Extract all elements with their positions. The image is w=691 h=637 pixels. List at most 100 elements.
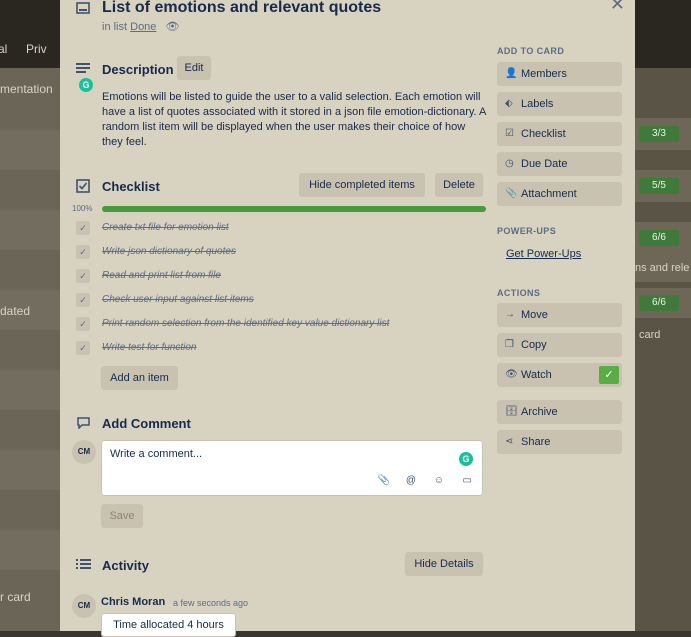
button-label: Archive	[521, 406, 558, 418]
watch-button[interactable]: 👁 Watch ✓	[497, 363, 622, 387]
comment-icon	[77, 417, 90, 429]
list-link[interactable]: Done	[130, 21, 156, 33]
description-icon	[76, 63, 90, 73]
grammarly-icon[interactable]: G	[79, 78, 93, 92]
button-label: Watch	[521, 369, 552, 381]
attachment-icon[interactable]: 📎	[378, 475, 390, 486]
edit-description-button[interactable]: Edit	[177, 56, 211, 80]
board-text-fragment: Priv	[26, 42, 47, 56]
comment-input[interactable]: Write a comment... G 📎 @ ☺ ▭	[101, 440, 483, 496]
clock-icon: ◷	[505, 158, 514, 169]
share-button[interactable]: ⋖ Share	[497, 430, 622, 454]
description-heading: Description	[102, 62, 174, 77]
get-power-ups-link[interactable]: Get Power-Ups	[506, 248, 581, 260]
card-title[interactable]: List of emotions and relevant quotes	[102, 0, 381, 17]
copy-button[interactable]: ❐ Copy	[497, 333, 622, 357]
checklist-checkbox[interactable]: ✓	[76, 293, 90, 307]
card-detail-modal: ✕ List of emotions and relevant quotes i…	[60, 0, 635, 637]
checklist-checkbox[interactable]: ✓	[76, 269, 90, 283]
description-text[interactable]: Emotions will be listed to guide the use…	[102, 90, 487, 150]
in-list-label: in list	[102, 21, 128, 33]
activity-timestamp[interactable]: a few seconds ago	[173, 598, 248, 608]
avatar[interactable]: CM	[72, 594, 96, 618]
actions-heading: ACTIONS	[497, 288, 541, 298]
emoji-icon[interactable]: ☺	[434, 475, 444, 486]
checklist-badge: 6/6	[639, 230, 679, 246]
arrow-right-icon: →	[505, 309, 515, 320]
eye-icon: 👁	[505, 369, 518, 380]
board-header-strip	[0, 0, 60, 68]
add-card-fragment: card	[639, 329, 661, 341]
attachment-button[interactable]: 📎 Attachment	[497, 182, 622, 206]
checklist-button[interactable]: ☑ Checklist	[497, 122, 622, 146]
checklist-badge: 3/3	[639, 126, 679, 142]
progress-bar-fill	[102, 206, 486, 212]
checkbox-icon: ☑	[505, 128, 514, 139]
board-right-fragment: 3/3 5/5 6/6 ns and rele 6/6 card	[635, 0, 691, 631]
checklist-badge: 5/5	[639, 178, 679, 194]
add-to-card-heading: ADD TO CARD	[497, 46, 565, 56]
button-label: Due Date	[521, 158, 568, 170]
checklist-checkbox[interactable]: ✓	[76, 317, 90, 331]
labels-button[interactable]: ⬖ Labels	[497, 92, 622, 116]
power-ups-heading: POWER-UPS	[497, 226, 557, 236]
progress-bar	[102, 206, 486, 212]
button-label: Members	[521, 68, 567, 80]
archive-icon: 🗄	[505, 406, 518, 417]
button-label: Attachment	[521, 188, 577, 200]
add-comment-heading: Add Comment	[102, 416, 191, 431]
diagram-attachment-fragment	[0, 100, 60, 570]
archive-button[interactable]: 🗄 Archive	[497, 400, 622, 424]
checklist-item[interactable]: Write test for function	[102, 342, 196, 353]
move-button[interactable]: → Move	[497, 303, 622, 327]
checklist-heading: Checklist	[102, 179, 160, 194]
activity-icon	[76, 559, 91, 569]
share-icon: ⋖	[505, 436, 514, 447]
checklist-checkbox[interactable]: ✓	[76, 221, 90, 235]
hide-completed-button[interactable]: Hide completed items	[299, 173, 425, 197]
grammarly-icon[interactable]: G	[459, 452, 473, 466]
card-text-fragment: dated	[0, 304, 31, 318]
add-item-button[interactable]: Add an item	[101, 366, 178, 390]
comment-placeholder: Write a comment...	[110, 448, 203, 460]
checklist-checkbox[interactable]: ✓	[76, 341, 90, 355]
copy-icon: ❐	[505, 339, 514, 350]
button-label: Copy	[521, 339, 547, 351]
eye-icon: 👁	[165, 21, 180, 33]
activity-user[interactable]: Chris Moran	[101, 596, 165, 608]
button-label: Move	[521, 309, 548, 321]
delete-checklist-button[interactable]: Delete	[435, 173, 483, 197]
close-icon[interactable]: ✕	[610, 0, 625, 15]
checklist-item[interactable]: Read and print list from file	[102, 270, 221, 281]
board-left-fragment: al Priv mentation dated r card	[0, 0, 60, 631]
tag-icon: ⬖	[505, 98, 513, 109]
add-card-fragment: r card	[0, 590, 31, 604]
members-button[interactable]: 👤 Members	[497, 62, 622, 86]
checklist-badge: 6/6	[639, 295, 679, 311]
button-label: Checklist	[521, 128, 566, 140]
card-text-fragment: ns and rele	[635, 262, 690, 274]
button-label: Labels	[521, 98, 554, 110]
list-title-fragment: mentation	[0, 82, 53, 96]
activity-comment: Time allocated 4 hours	[101, 613, 236, 637]
mention-icon[interactable]: @	[406, 475, 416, 486]
due-date-button[interactable]: ◷ Due Date	[497, 152, 622, 176]
card-link-icon[interactable]: ▭	[463, 475, 472, 486]
checklist-checkbox[interactable]: ✓	[76, 245, 90, 259]
checklist-item[interactable]: Write json dictionary of quotes	[102, 246, 236, 257]
card-icon	[76, 2, 90, 14]
checklist-item[interactable]: Check user input against list items	[102, 294, 254, 305]
hide-details-button[interactable]: Hide Details	[405, 552, 483, 576]
progress-percent: 100%	[72, 204, 93, 213]
save-comment-button[interactable]: Save	[101, 504, 143, 528]
activity-heading: Activity	[102, 558, 149, 573]
checklist-item[interactable]: Create txt file for emotion list	[102, 222, 229, 233]
paperclip-icon: 📎	[505, 188, 518, 199]
checklist-item[interactable]: Print random selection from the identifi…	[102, 318, 389, 329]
board-header-strip	[635, 0, 691, 68]
check-icon: ✓	[599, 366, 619, 384]
person-icon: 👤	[505, 68, 518, 79]
button-label: Share	[521, 436, 551, 448]
card-list-info: in list Done 👁	[102, 20, 179, 33]
avatar[interactable]: CM	[72, 440, 96, 464]
